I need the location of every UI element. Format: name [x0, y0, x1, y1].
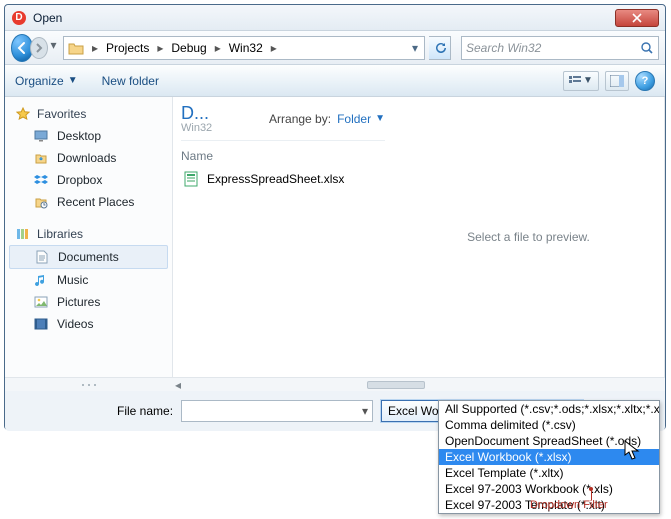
- favorites-header[interactable]: Favorites: [5, 103, 172, 125]
- nav-pane: Favorites Desktop Downloads Dropbox Rece…: [5, 97, 173, 377]
- nav-item-music[interactable]: Music: [5, 269, 172, 291]
- navbar: ▾ ▸ Projects▸ Debug▸ Win32▸ ▾ Search Win…: [5, 31, 665, 65]
- nav-item-downloads[interactable]: Downloads: [5, 147, 172, 169]
- open-dialog: D Open ▾ ▸ Projects▸ Debug▸ Win32▸ ▾: [4, 4, 666, 430]
- preview-empty-text: Select a file to preview.: [467, 230, 590, 244]
- chevron-down-icon[interactable]: ▾: [362, 404, 368, 418]
- preview-pane-toggle[interactable]: [605, 71, 629, 91]
- command-bar: Organize▼ New folder ▼ ?: [5, 65, 665, 97]
- documents-icon: [34, 249, 50, 265]
- breadcrumb-item[interactable]: Win32▸: [225, 37, 281, 59]
- xlsx-icon: [183, 171, 199, 187]
- search-placeholder: Search Win32: [466, 41, 541, 55]
- recent-icon: [33, 194, 49, 210]
- window-title: Open: [33, 11, 615, 25]
- breadcrumb-item[interactable]: Debug▸: [167, 37, 224, 59]
- downloads-icon: [33, 150, 49, 166]
- filetype-option[interactable]: Excel 97-2003 Workbook (*.xls): [439, 481, 659, 497]
- filename-input[interactable]: ▾: [181, 400, 373, 422]
- star-icon: [15, 106, 31, 122]
- breadcrumb-sep[interactable]: ▸: [88, 37, 102, 59]
- search-icon: [640, 41, 654, 55]
- nav-item-videos[interactable]: Videos: [5, 313, 172, 335]
- dropbox-icon: [33, 172, 49, 188]
- recent-locations-button[interactable]: ▾: [48, 34, 59, 56]
- filetype-option[interactable]: Excel Workbook (*.xlsx): [439, 449, 659, 465]
- filename-label: File name:: [117, 404, 173, 418]
- file-item[interactable]: ExpressSpreadSheet.xlsx: [181, 167, 385, 191]
- filetype-option[interactable]: Comma delimited (*.csv): [439, 417, 659, 433]
- libraries-header[interactable]: Libraries: [5, 223, 172, 245]
- content-pane: D... Win32 Arrange by: Folder▼ Name Expr…: [173, 97, 665, 377]
- nav-history: ▾: [11, 34, 59, 62]
- view-options-button[interactable]: ▼: [563, 71, 599, 91]
- address-dropdown[interactable]: ▾: [406, 41, 424, 55]
- address-bar[interactable]: ▸ Projects▸ Debug▸ Win32▸ ▾: [63, 36, 425, 60]
- folder-icon: [68, 40, 84, 56]
- titlebar: D Open: [5, 5, 665, 31]
- breadcrumb-item[interactable]: Projects▸: [102, 37, 167, 59]
- file-list: D... Win32 Arrange by: Folder▼ Name Expr…: [173, 97, 393, 377]
- nav-item-pictures[interactable]: Pictures: [5, 291, 172, 313]
- body: Favorites Desktop Downloads Dropbox Rece…: [5, 97, 665, 377]
- arrange-by-dropdown[interactable]: Folder▼: [337, 112, 385, 126]
- nav-item-desktop[interactable]: Desktop: [5, 125, 172, 147]
- music-icon: [33, 272, 49, 288]
- organize-menu[interactable]: Organize▼: [15, 74, 78, 88]
- libraries-icon: [15, 226, 31, 242]
- preview-pane: Select a file to preview.: [393, 97, 664, 377]
- close-button[interactable]: [615, 9, 659, 27]
- horizontal-scrollbar[interactable]: ◂: [5, 377, 665, 391]
- file-name: ExpressSpreadSheet.xlsx: [207, 172, 344, 186]
- app-icon: D: [11, 10, 27, 26]
- forward-button[interactable]: [30, 37, 48, 59]
- arrange-by: Arrange by: Folder▼: [269, 112, 385, 126]
- column-header-name[interactable]: Name: [181, 141, 385, 167]
- nav-item-recent[interactable]: Recent Places: [5, 191, 172, 213]
- nav-item-dropbox[interactable]: Dropbox: [5, 169, 172, 191]
- filetype-option[interactable]: All Supported (*.csv;*.ods;*.xlsx;*.xltx…: [439, 401, 659, 417]
- filetype-dropdown[interactable]: All Supported (*.csv;*.ods;*.xlsx;*.xltx…: [438, 400, 660, 514]
- new-folder-button[interactable]: New folder: [102, 74, 159, 88]
- filetype-option[interactable]: OpenDocument SpreadSheet (*.ods): [439, 433, 659, 449]
- callout-label: Dropdown Filter: [530, 499, 608, 511]
- pictures-icon: [33, 294, 49, 310]
- refresh-button[interactable]: [429, 36, 451, 60]
- content-heading: D...: [181, 103, 212, 124]
- desktop-icon: [33, 128, 49, 144]
- nav-item-documents[interactable]: Documents: [9, 245, 168, 269]
- content-subheading: Win32: [181, 122, 212, 134]
- videos-icon: [33, 316, 49, 332]
- filetype-option[interactable]: Excel Template (*.xltx): [439, 465, 659, 481]
- help-button[interactable]: ?: [635, 71, 655, 91]
- search-input[interactable]: Search Win32: [461, 36, 659, 60]
